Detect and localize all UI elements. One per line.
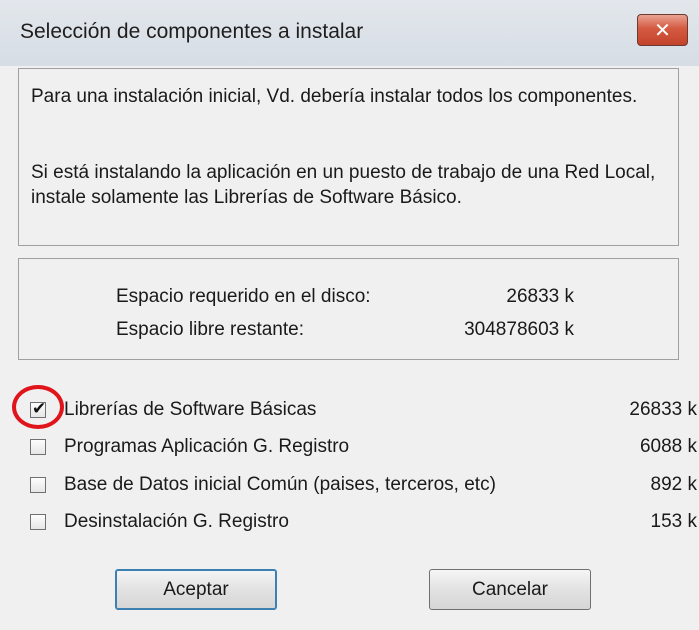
required-space-label: Espacio requerido en el disco:	[116, 286, 371, 307]
component-size: 153 k	[650, 511, 697, 532]
free-space-label: Espacio libre restante:	[116, 319, 304, 340]
free-space-value: 304878603 k	[464, 319, 574, 340]
checkbox-desinstalacion[interactable]	[30, 514, 46, 530]
cancel-button[interactable]: Cancelar	[429, 569, 591, 610]
close-icon: ✕	[654, 19, 671, 42]
required-space-value: 26833 k	[506, 286, 574, 307]
component-label: Base de Datos inicial Común (paises, ter…	[64, 474, 496, 495]
component-label: Desinstalación G. Registro	[64, 511, 289, 532]
component-label: Librerías de Software Básicas	[64, 399, 317, 420]
component-size: 6088 k	[639, 436, 697, 457]
info-text-initial: Para una instalación inicial, Vd. deberí…	[31, 86, 638, 107]
accept-button[interactable]: Aceptar	[115, 569, 277, 610]
component-row-desinstalacion[interactable]: Desinstalación G. Registro 153 k	[0, 510, 699, 540]
info-text-network: Si está instalando la aplicación en un p…	[31, 162, 656, 208]
window-title: Selección de componentes a instalar	[20, 20, 364, 43]
info-panel: Para una instalación inicial, Vd. deberí…	[18, 68, 679, 246]
disk-space-panel: Espacio requerido en el disco: 26833 k E…	[18, 258, 679, 360]
component-row-programas-aplicacion[interactable]: Programas Aplicación G. Registro 6088 k	[0, 435, 699, 465]
component-row-base-datos[interactable]: Base de Datos inicial Común (paises, ter…	[0, 473, 699, 503]
component-size: 892 k	[650, 474, 697, 495]
component-label: Programas Aplicación G. Registro	[64, 436, 350, 457]
title-bar: Selección de componentes a instalar ✕	[0, 0, 699, 66]
checkbox-base-datos[interactable]	[30, 477, 46, 493]
checkbox-programas-aplicacion[interactable]	[30, 439, 46, 455]
close-button[interactable]: ✕	[637, 14, 688, 46]
component-row-software-basico[interactable]: ✔ Librerías de Software Básicas 26833 k	[0, 398, 699, 428]
highlight-annotation-circle	[12, 385, 64, 429]
component-size: 26833 k	[629, 399, 697, 420]
